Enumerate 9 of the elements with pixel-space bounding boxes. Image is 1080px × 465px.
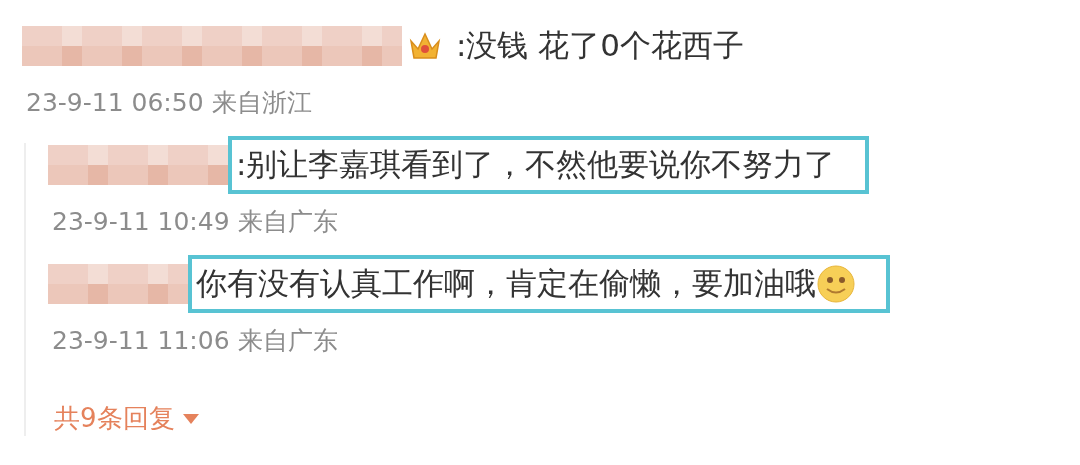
comment-text: :没钱 花了0个花西子 bbox=[455, 26, 746, 65]
comment-time: 23-9-11 06:50 来自浙江 bbox=[26, 87, 313, 119]
reply-time: 23-9-11 10:49 来自广东 bbox=[52, 206, 339, 238]
reply-text: 你有没有认真工作啊，肯定在偷懒，要加油哦 bbox=[188, 255, 890, 313]
caret-icon bbox=[182, 413, 199, 424]
reply-text: :别让李嘉琪看到了，不然他要说你不努力了 bbox=[228, 136, 870, 194]
reply-time: 23-9-11 11:06 来自广东 bbox=[52, 325, 339, 357]
more-replies-link[interactable]: 共9条回复 bbox=[54, 401, 199, 436]
smiley-icon bbox=[816, 264, 856, 304]
